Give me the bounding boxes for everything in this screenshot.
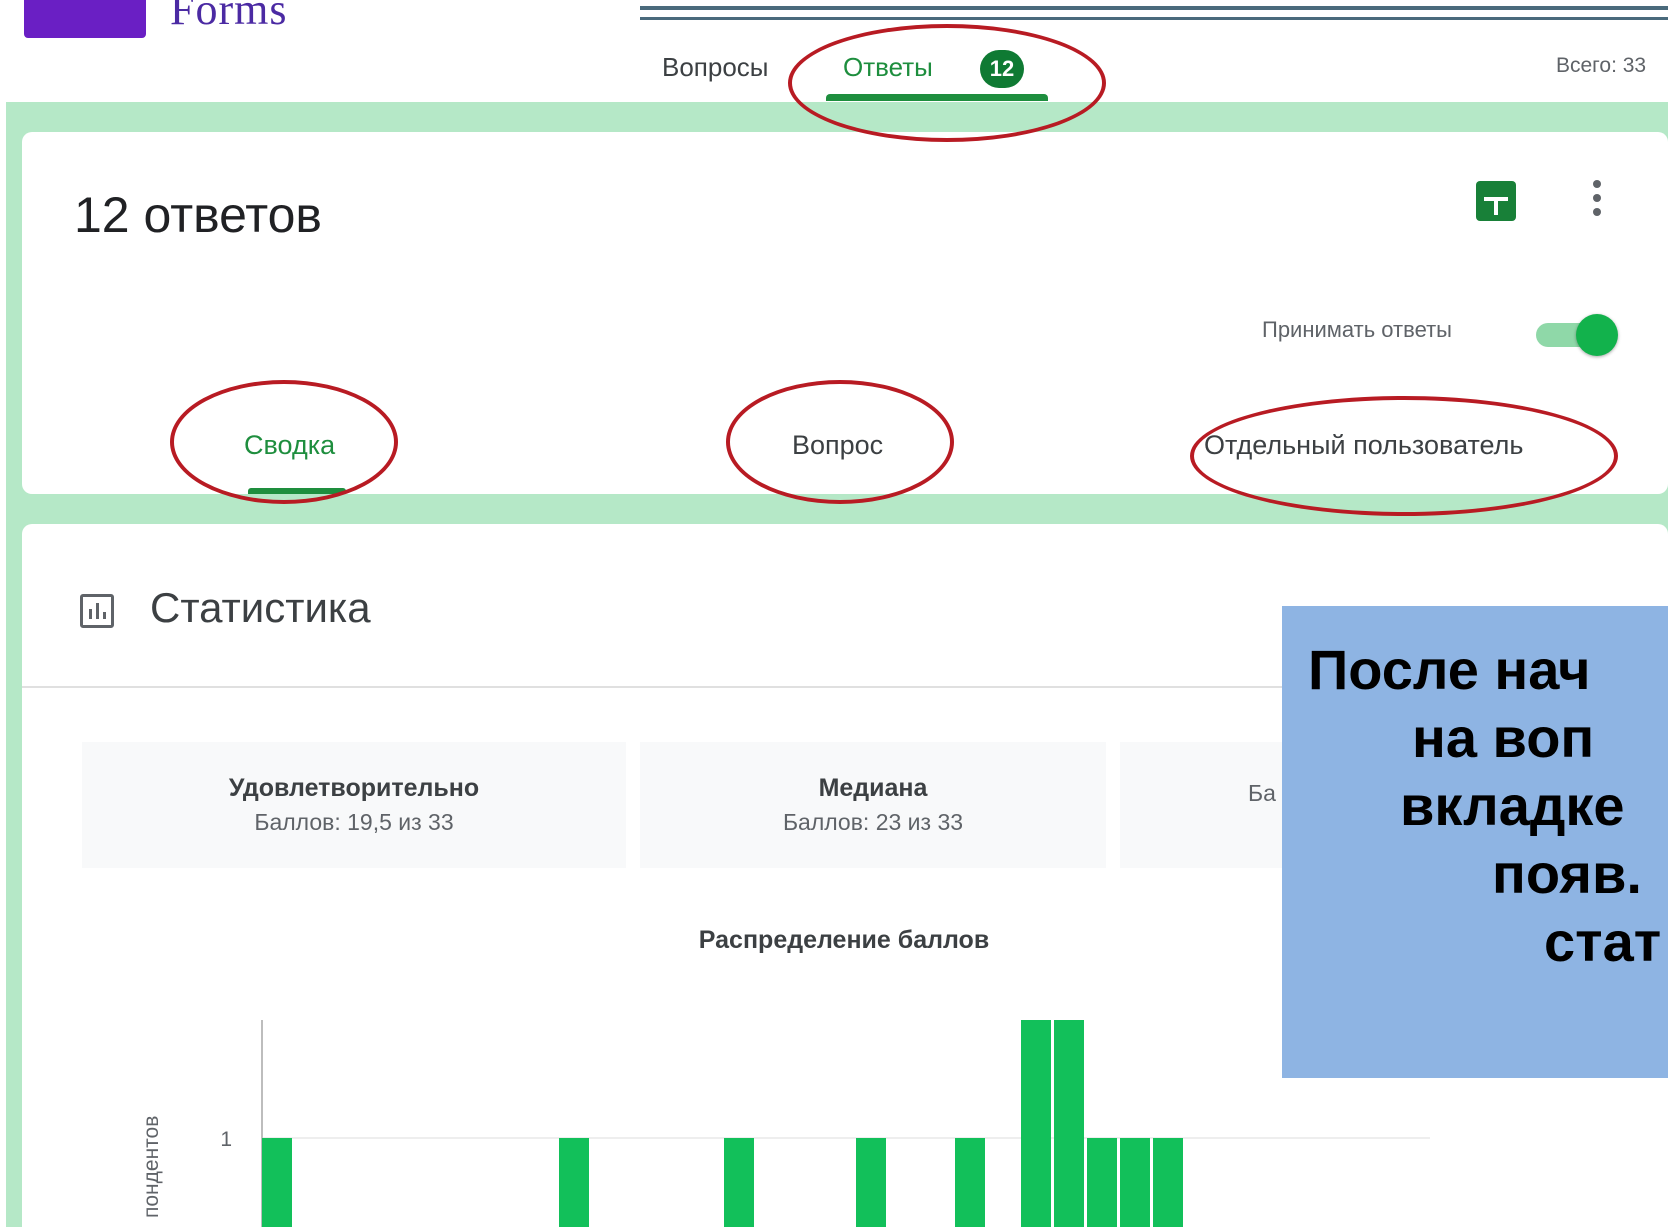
stat-box-median: Медиана Баллов: 23 из 33 xyxy=(640,742,1106,868)
stat-name: Медиана xyxy=(818,774,928,802)
bar xyxy=(1054,1020,1084,1227)
stat-value: Баллов: 19,5 из 33 xyxy=(254,809,454,835)
total-points: Всего: 33 xyxy=(1556,54,1647,77)
instruction-note: После нач на воп вкладке появ. стат xyxy=(1282,606,1668,1078)
y-tick-label: 1 xyxy=(220,1128,232,1151)
bar xyxy=(1153,1138,1183,1227)
app-name: Forms xyxy=(170,0,288,34)
highlight-answers-tab xyxy=(788,24,1106,142)
note-line: на воп xyxy=(1412,706,1595,769)
highlight-summary-tab xyxy=(170,380,398,504)
note-line: После нач xyxy=(1308,638,1591,701)
highlight-individual-tab xyxy=(1190,396,1618,516)
stat-value: Баллов: 23 из 33 xyxy=(782,809,964,835)
bar xyxy=(1120,1138,1150,1227)
more-vert-icon[interactable] xyxy=(1592,180,1602,220)
stat-name: Удовлетворительно xyxy=(228,774,480,802)
note-text: После нач на воп вкладке появ. стат xyxy=(1282,636,1668,976)
accept-responses-label: Принимать ответы xyxy=(1262,317,1452,342)
statistics-title: Статистика xyxy=(150,584,371,631)
stat-value: Ба xyxy=(1248,780,1276,806)
bar xyxy=(1087,1138,1117,1227)
bar xyxy=(955,1138,985,1227)
stat-box-pass: Удовлетворительно Баллов: 19,5 из 33 xyxy=(82,742,626,868)
bar xyxy=(262,1138,292,1227)
tab-questions[interactable]: Вопросы xyxy=(662,52,769,83)
y-axis-title: пондентов xyxy=(140,1115,163,1218)
bar xyxy=(724,1138,754,1227)
note-line: вкладке xyxy=(1400,774,1625,837)
bar xyxy=(1021,1020,1051,1227)
bar-chart-icon xyxy=(80,594,114,628)
responses-count-title: 12 ответов xyxy=(74,187,322,243)
note-line: появ. xyxy=(1492,842,1642,905)
bar xyxy=(559,1138,589,1227)
google-sheets-icon[interactable] xyxy=(1476,181,1516,221)
forms-logo-icon[interactable] xyxy=(24,0,146,38)
bar xyxy=(856,1138,886,1227)
toggle-knob xyxy=(1576,314,1618,356)
note-line: стат xyxy=(1544,910,1662,973)
header-rule xyxy=(640,6,1668,20)
highlight-question-tab xyxy=(726,380,954,504)
accept-responses-toggle[interactable] xyxy=(1536,314,1618,356)
